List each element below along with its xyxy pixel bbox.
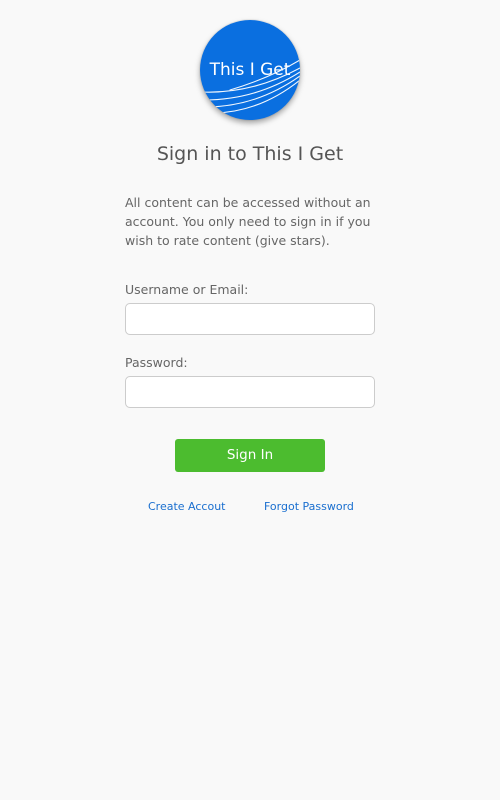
intro-text: All content can be accessed without an a…: [125, 195, 371, 248]
password-input[interactable]: [125, 376, 375, 408]
create-account-link[interactable]: Create Accout: [148, 499, 226, 515]
sign-in-button[interactable]: Sign In: [175, 439, 325, 472]
username-input[interactable]: [125, 303, 375, 335]
logo-circle: This I Get: [200, 20, 300, 120]
password-label: Password:: [125, 355, 188, 370]
username-label: Username or Email:: [125, 282, 249, 297]
logo: This I Get: [200, 20, 300, 120]
logo-text: This I Get: [209, 60, 291, 80]
page-title: Sign in to This I Get: [156, 143, 344, 165]
forgot-password-link[interactable]: Forgot Password: [264, 499, 354, 515]
